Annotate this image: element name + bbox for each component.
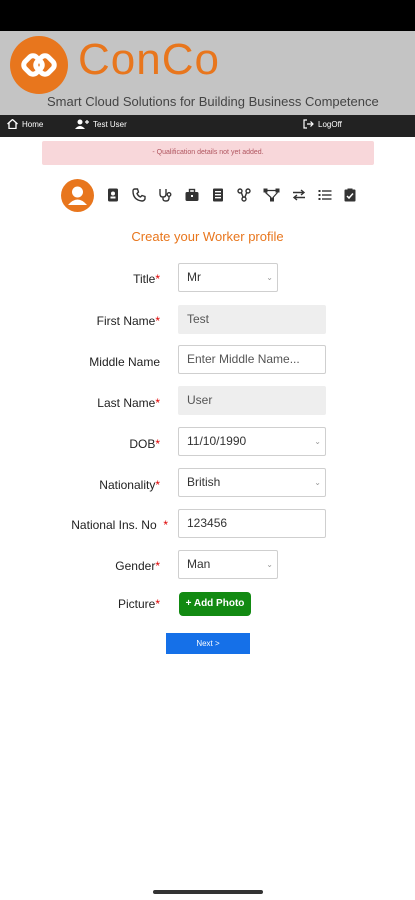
next-button[interactable]: Next >: [166, 633, 250, 654]
add-photo-button[interactable]: + Add Photo: [179, 592, 251, 616]
logoff-icon: [303, 119, 314, 129]
chevron-down-icon: ⌄: [314, 437, 321, 446]
top-nav: Home Test User LogOff: [0, 115, 415, 137]
middle-name-label: Middle Name: [89, 355, 160, 369]
document-icon[interactable]: [211, 188, 225, 202]
first-name-label: First Name*: [96, 314, 160, 328]
checklist-icon[interactable]: [343, 188, 357, 202]
chevron-down-icon: ⌄: [266, 273, 273, 282]
briefcase-icon[interactable]: [185, 188, 199, 202]
nav-user[interactable]: Test User: [75, 119, 127, 129]
network-icon[interactable]: [237, 188, 251, 202]
title-select[interactable]: Mr ⌄: [178, 263, 278, 292]
form-title: Create your Worker profile: [131, 229, 284, 244]
national-ins-field[interactable]: 123456: [178, 509, 326, 538]
list-icon[interactable]: [318, 188, 332, 202]
nav-logoff[interactable]: LogOff: [303, 119, 342, 129]
gesture-area: [0, 870, 415, 900]
status-bar: [0, 0, 415, 31]
nav-home-label: Home: [22, 119, 44, 129]
brand-tagline: Smart Cloud Solutions for Building Busin…: [47, 94, 379, 109]
stethoscope-icon[interactable]: [158, 188, 172, 202]
user-icon: [75, 119, 89, 129]
chevron-down-icon: ⌄: [314, 478, 321, 487]
picture-label: Picture*: [117, 597, 160, 611]
alert-message: - Qualification details not yet added.: [42, 141, 374, 165]
nav-user-label: Test User: [93, 119, 127, 129]
last-name-field[interactable]: User: [178, 386, 326, 415]
gender-select[interactable]: Man ⌄: [178, 550, 278, 579]
nationality-label: Nationality*: [99, 478, 160, 492]
dob-field[interactable]: 11/10/1990 ⌄: [178, 427, 326, 456]
nav-logoff-label: LogOff: [318, 119, 342, 129]
app-header: ConCo Smart Cloud Solutions for Building…: [0, 31, 415, 115]
person-icon: [68, 186, 87, 205]
exchange-icon[interactable]: [292, 188, 306, 202]
logo-icon: [10, 36, 68, 94]
brand-name: ConCo: [78, 35, 220, 84]
nationality-select[interactable]: British ⌄: [178, 468, 326, 497]
last-name-label: Last Name*: [97, 396, 160, 410]
contact-card-icon[interactable]: [106, 188, 120, 202]
home-icon: [7, 119, 18, 129]
phone-icon[interactable]: [132, 188, 146, 202]
share-icon[interactable]: [263, 188, 280, 202]
first-name-field[interactable]: Test: [178, 305, 326, 334]
middle-name-field[interactable]: Enter Middle Name...: [178, 345, 326, 374]
gesture-handle[interactable]: [153, 890, 263, 894]
nav-home[interactable]: Home: [7, 119, 43, 129]
gender-label: Gender*: [115, 559, 160, 573]
national-ins-label: National Ins. No *: [71, 518, 168, 532]
chevron-down-icon: ⌄: [266, 560, 273, 569]
step-person[interactable]: [61, 179, 94, 212]
title-label: Title*: [133, 272, 160, 286]
dob-label: DOB*: [129, 437, 160, 451]
